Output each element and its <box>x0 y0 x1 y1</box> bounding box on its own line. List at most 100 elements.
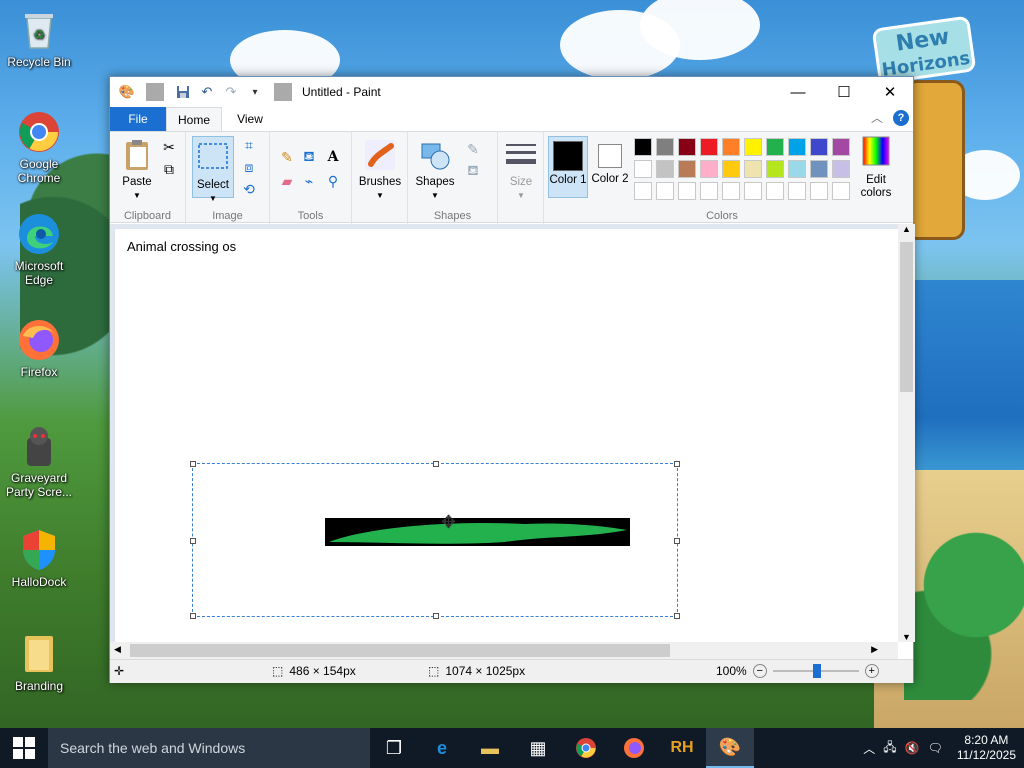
vertical-scrollbar[interactable]: ▲ ▼ <box>898 224 915 642</box>
color-swatch[interactable] <box>788 138 806 156</box>
desktop-icon-edge[interactable]: Microsoft Edge <box>4 212 74 287</box>
color2-button[interactable]: Color 2 <box>590 136 630 198</box>
color-swatch[interactable] <box>810 182 828 200</box>
volume-muted-icon[interactable]: 🔇 <box>905 741 920 755</box>
taskbar-store[interactable]: ▦ <box>514 728 562 768</box>
crop-icon[interactable]: ⌗ <box>240 136 258 154</box>
color-picker-icon[interactable]: ⌁ <box>300 172 318 190</box>
chevron-down-icon: ▼ <box>209 194 217 203</box>
magnifier-icon[interactable]: ⚲ <box>324 172 342 190</box>
taskbar-search-box[interactable]: Search the web and Windows <box>48 728 370 768</box>
color-swatch[interactable] <box>810 160 828 178</box>
color-swatch[interactable] <box>678 138 696 156</box>
color-swatch[interactable] <box>832 182 850 200</box>
color-swatch[interactable] <box>700 182 718 200</box>
save-icon[interactable] <box>174 83 192 101</box>
scroll-down-icon[interactable]: ▼ <box>902 632 911 642</box>
tab-view[interactable]: View <box>222 107 278 131</box>
rotate-icon[interactable]: ⟲ <box>240 180 258 198</box>
maximize-button[interactable]: ☐ <box>821 77 867 107</box>
taskbar-file-explorer[interactable]: ▬ <box>466 728 514 768</box>
outline-icon[interactable]: ✎ <box>464 140 482 158</box>
collapse-ribbon-icon[interactable]: ︿ <box>871 109 883 126</box>
size-button[interactable]: Size ▼ <box>502 138 540 202</box>
color-swatch[interactable] <box>634 182 652 200</box>
zoom-in-icon[interactable]: + <box>864 664 879 678</box>
scroll-up-icon[interactable]: ▲ <box>902 224 911 234</box>
taskbar-paint[interactable]: 🎨 <box>706 728 754 768</box>
minimize-button[interactable]: — <box>775 77 821 107</box>
color-swatch[interactable] <box>656 138 674 156</box>
color1-button[interactable]: Color 1 <box>548 136 588 198</box>
color-swatch[interactable] <box>766 138 784 156</box>
desktop-icon-chrome[interactable]: Google Chrome <box>4 110 74 185</box>
network-icon[interactable]: 🖧 <box>883 738 896 759</box>
color-swatch[interactable] <box>744 138 762 156</box>
text-icon[interactable]: A <box>324 148 342 166</box>
color-swatch[interactable] <box>744 182 762 200</box>
taskbar-rh[interactable]: RH <box>658 728 706 768</box>
color-swatch[interactable] <box>634 138 652 156</box>
eraser-icon[interactable]: ▰ <box>278 172 296 190</box>
zoom-out-icon[interactable]: − <box>752 664 767 678</box>
color-swatch[interactable] <box>788 182 806 200</box>
redo-icon[interactable]: ↷ <box>222 83 240 101</box>
color-swatch[interactable] <box>722 182 740 200</box>
paint-app-icon[interactable]: 🎨 <box>118 83 136 101</box>
color-swatch[interactable] <box>766 182 784 200</box>
desktop-icon-firefox[interactable]: Firefox <box>4 318 74 379</box>
vertical-scroll-thumb[interactable] <box>900 242 913 392</box>
taskbar-chrome[interactable] <box>562 728 610 768</box>
color-swatch[interactable] <box>788 160 806 178</box>
color-swatch[interactable] <box>634 160 652 178</box>
select-button[interactable]: Select ▼ <box>192 136 234 203</box>
brushes-button[interactable]: Brushes ▼ <box>356 138 404 202</box>
start-button[interactable] <box>0 728 48 768</box>
desktop-icon-hallodock[interactable]: HalloDock <box>4 528 74 589</box>
color-swatch[interactable] <box>678 160 696 178</box>
color-swatch[interactable] <box>700 160 718 178</box>
undo-icon[interactable]: ↶ <box>198 83 216 101</box>
horizontal-scroll-thumb[interactable] <box>130 644 670 657</box>
color-swatch[interactable] <box>744 160 762 178</box>
color-swatch[interactable] <box>810 138 828 156</box>
customize-quick-access-icon[interactable]: ▾ <box>246 83 264 101</box>
desktop-icon-branding[interactable]: Branding <box>4 632 74 693</box>
tab-file[interactable]: File <box>110 107 166 131</box>
selection-box[interactable]: ✥ <box>190 461 680 619</box>
paste-button[interactable]: Paste ▼ <box>116 138 158 202</box>
resize-icon[interactable]: ⧈ <box>240 158 258 176</box>
close-button[interactable]: ✕ <box>867 77 913 107</box>
color-swatch[interactable] <box>656 182 674 200</box>
help-icon[interactable]: ? <box>893 109 909 126</box>
copy-icon[interactable]: ⧉ <box>160 160 178 178</box>
clock[interactable]: 8:20 AM 11/12/2025 <box>957 733 1016 763</box>
color-swatch[interactable] <box>832 138 850 156</box>
show-hidden-icons-icon[interactable]: ︿ <box>863 740 875 757</box>
color-swatch[interactable] <box>678 182 696 200</box>
fill-icon[interactable]: ⛾ <box>300 148 318 166</box>
desktop-icon-graveyard[interactable]: Graveyard Party Scre... <box>4 424 74 499</box>
color-swatch[interactable] <box>722 160 740 178</box>
tab-home[interactable]: Home <box>166 107 222 131</box>
action-center-icon[interactable]: 🗨 <box>928 741 943 755</box>
color-swatch[interactable] <box>766 160 784 178</box>
shape-fill-icon[interactable]: ⛾ <box>464 162 482 180</box>
color-swatch[interactable] <box>656 160 674 178</box>
cut-icon[interactable]: ✂ <box>160 138 178 156</box>
pencil-icon[interactable]: ✎ <box>278 148 296 166</box>
task-view-button[interactable]: ❐ <box>370 728 418 768</box>
edit-colors-button[interactable]: Edit colors <box>854 136 898 200</box>
color-swatch[interactable] <box>722 138 740 156</box>
scroll-left-icon[interactable]: ◀ <box>114 644 121 655</box>
desktop-icon-recycle-bin[interactable]: ♻ Recycle Bin <box>4 8 74 69</box>
taskbar-firefox[interactable] <box>610 728 658 768</box>
scroll-right-icon[interactable]: ▶ <box>871 644 878 655</box>
color-swatch[interactable] <box>832 160 850 178</box>
canvas[interactable]: Animal crossing os ✥ <box>115 229 898 642</box>
horizontal-scrollbar[interactable]: ◀ ▶ <box>110 642 898 659</box>
shapes-button[interactable]: Shapes ▼ <box>412 138 458 202</box>
taskbar-edge[interactable]: e <box>418 728 466 768</box>
zoom-slider[interactable] <box>772 664 859 678</box>
color-swatch[interactable] <box>700 138 718 156</box>
